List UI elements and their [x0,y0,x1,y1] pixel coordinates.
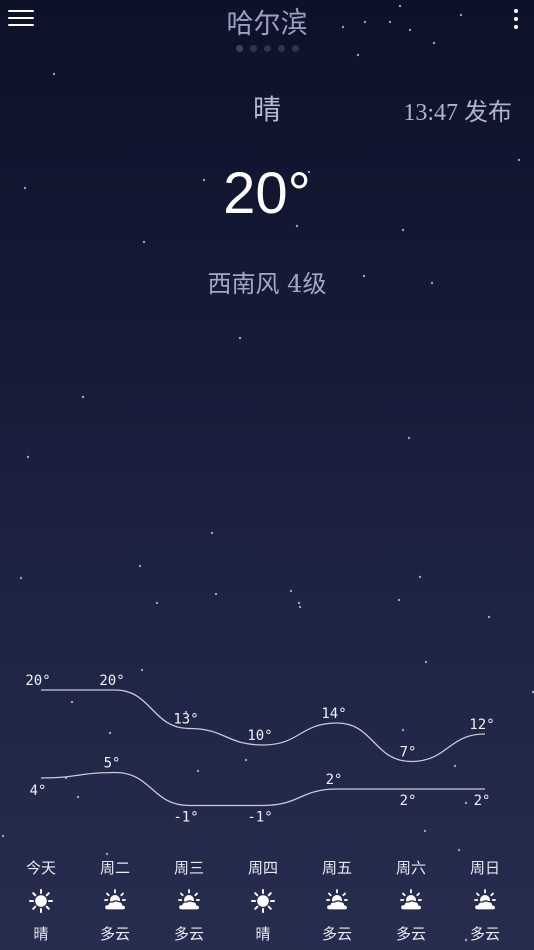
high-temp-label: 7° [400,745,417,761]
low-temp-label: 5° [104,756,121,772]
forecast-day[interactable]: 今天 晴 [4,855,78,947]
low-temp-line [40,771,485,807]
high-temp-label: 14° [321,706,346,722]
high-temp-label: 20° [99,673,124,689]
low-temp-label: -1° [247,810,272,826]
low-temp-label: 2° [400,793,417,809]
day-label: 周四 [247,859,278,877]
forecast-day[interactable]: 周四 晴 [226,855,300,947]
day-condition: 多云 [321,925,352,943]
day-label: 周日 [469,859,500,877]
day-label: 周五 [321,859,352,877]
low-temp-label: 4° [30,783,47,799]
forecast-day[interactable]: 周二 多云 [78,855,152,947]
forecast-day[interactable]: 周五 多云 [300,855,374,947]
temperature-trend-chart: 20° 20° 13° 10° 14° 7° 12° 4° 5° -1° -1° 2° 2° 2° [25,673,494,826]
day-label: 周三 [173,859,204,877]
low-temp-label: 2° [474,793,491,809]
sun-icon [4,881,78,921]
partly-cloudy-icon [78,881,152,921]
forecast-day[interactable]: 周日 多云 [448,855,522,947]
partly-cloudy-icon [300,881,374,921]
forecast-day[interactable]: 周三 多云 [152,855,226,947]
low-temp-label: 2° [326,772,343,788]
day-label: 周六 [395,859,426,877]
forecast-day[interactable]: 周六 多云 [374,855,448,947]
high-temp-label: 13° [173,712,198,728]
day-label: 周二 [99,859,130,877]
day-condition: 多云 [469,925,500,943]
high-temp-label: 10° [247,728,272,744]
partly-cloudy-icon [448,881,522,921]
partly-cloudy-icon [152,881,226,921]
partly-cloudy-icon [374,881,448,921]
low-temp-label: -1° [173,810,198,826]
high-temp-label: 20° [25,673,50,689]
day-condition: 晴 [255,925,271,943]
day-condition: 晴 [33,925,49,943]
forecast-row: 今天 晴 周二 多云 周三 多云 周四 晴 周五 多云 周六 多云 周日 多云 [4,855,522,947]
day-condition: 多云 [99,925,130,943]
sun-icon [226,881,300,921]
high-temp-line [40,689,486,763]
day-condition: 多云 [395,925,426,943]
high-temp-label: 12° [469,717,494,733]
day-condition: 多云 [173,925,204,943]
day-label: 今天 [25,859,56,877]
